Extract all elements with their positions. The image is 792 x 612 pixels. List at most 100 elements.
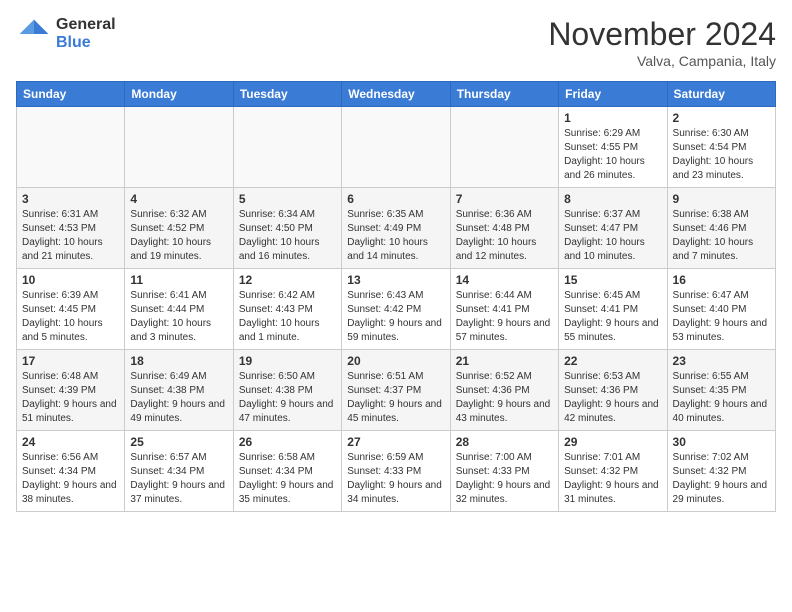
day-number: 7	[456, 192, 553, 206]
calendar-day-cell: 15 Sunrise: 6:45 AM Sunset: 4:41 PM Dayli…	[559, 269, 667, 350]
calendar-day-cell: 9Sunrise: 6:38 AM Sunset: 4:46 PM Daylig…	[667, 188, 775, 269]
day-info: Sunrise: 6:50 AM Sunset: 4:38 PM Dayligh…	[239, 370, 336, 426]
calendar-day-cell: 7 Sunrise: 6:36 AM Sunset: 4:48 PM Daylig…	[450, 188, 558, 269]
weekday-header-wednesday: Wednesday	[342, 82, 450, 107]
day-info: Sunrise: 6:47 AM Sunset: 4:40 PM Dayligh…	[673, 289, 770, 345]
day-info: Sunrise: 6:42 AM Sunset: 4:43 PM Dayligh…	[239, 289, 336, 345]
day-info: Sunrise: 6:51 AM Sunset: 4:37 PM Dayligh…	[347, 370, 444, 426]
weekday-header-saturday: Saturday	[667, 82, 775, 107]
day-info: Sunrise: 6:53 AM Sunset: 4:36 PM Dayligh…	[564, 370, 661, 426]
day-info: Sunrise: 6:44 AM Sunset: 4:41 PM Dayligh…	[456, 289, 553, 345]
calendar-day-cell: 10Sunrise: 6:39 AM Sunset: 4:45 PM Dayli…	[17, 269, 125, 350]
calendar-week-row: 3 Sunrise: 6:31 AM Sunset: 4:53 PM Daylig…	[17, 188, 776, 269]
day-number: 22	[564, 354, 661, 368]
day-number: 30	[673, 435, 770, 449]
day-info: Sunrise: 7:01 AM Sunset: 4:32 PM Dayligh…	[564, 451, 661, 507]
day-number: 8	[564, 192, 661, 206]
calendar-week-row: 10Sunrise: 6:39 AM Sunset: 4:45 PM Dayli…	[17, 269, 776, 350]
day-info: Sunrise: 6:32 AM Sunset: 4:52 PM Dayligh…	[130, 208, 227, 264]
calendar-day-cell: 24Sunrise: 6:56 AM Sunset: 4:34 PM Dayli…	[17, 431, 125, 512]
day-number: 26	[239, 435, 336, 449]
day-info: Sunrise: 6:57 AM Sunset: 4:34 PM Dayligh…	[130, 451, 227, 507]
weekday-header-tuesday: Tuesday	[233, 82, 341, 107]
calendar-day-cell: 4 Sunrise: 6:32 AM Sunset: 4:52 PM Daylig…	[125, 188, 233, 269]
calendar-day-cell: 26 Sunrise: 6:58 AM Sunset: 4:34 PM Dayli…	[233, 431, 341, 512]
calendar-day-cell: 25Sunrise: 6:57 AM Sunset: 4:34 PM Dayli…	[125, 431, 233, 512]
calendar-day-cell: 1 Sunrise: 6:29 AM Sunset: 4:55 PM Daylig…	[559, 107, 667, 188]
logo-text: General Blue	[56, 16, 116, 51]
weekday-header-friday: Friday	[559, 82, 667, 107]
logo: General Blue	[16, 16, 116, 52]
day-number: 14	[456, 273, 553, 287]
calendar-day-cell: 29 Sunrise: 7:01 AM Sunset: 4:32 PM Dayli…	[559, 431, 667, 512]
calendar-day-cell: 20 Sunrise: 6:51 AM Sunset: 4:37 PM Dayli…	[342, 350, 450, 431]
title-block: November 2024 Valva, Campania, Italy	[548, 16, 776, 69]
weekday-header-thursday: Thursday	[450, 82, 558, 107]
day-number: 3	[22, 192, 119, 206]
calendar-day-cell	[342, 107, 450, 188]
day-number: 23	[673, 354, 770, 368]
calendar-day-cell	[233, 107, 341, 188]
day-number: 1	[564, 111, 661, 125]
calendar-day-cell: 21Sunrise: 6:52 AM Sunset: 4:36 PM Dayli…	[450, 350, 558, 431]
day-info: Sunrise: 6:34 AM Sunset: 4:50 PM Dayligh…	[239, 208, 336, 264]
day-number: 29	[564, 435, 661, 449]
day-info: Sunrise: 6:49 AM Sunset: 4:38 PM Dayligh…	[130, 370, 227, 426]
day-info: Sunrise: 6:55 AM Sunset: 4:35 PM Dayligh…	[673, 370, 770, 426]
day-info: Sunrise: 6:35 AM Sunset: 4:49 PM Dayligh…	[347, 208, 444, 264]
calendar-day-cell: 17 Sunrise: 6:48 AM Sunset: 4:39 PM Dayli…	[17, 350, 125, 431]
day-number: 11	[130, 273, 227, 287]
day-number: 13	[347, 273, 444, 287]
calendar-day-cell	[125, 107, 233, 188]
calendar-day-cell: 13 Sunrise: 6:43 AM Sunset: 4:42 PM Dayli…	[342, 269, 450, 350]
day-info: Sunrise: 7:02 AM Sunset: 4:32 PM Dayligh…	[673, 451, 770, 507]
day-info: Sunrise: 6:36 AM Sunset: 4:48 PM Dayligh…	[456, 208, 553, 264]
day-info: Sunrise: 6:37 AM Sunset: 4:47 PM Dayligh…	[564, 208, 661, 264]
calendar-day-cell	[17, 107, 125, 188]
calendar-day-cell: 23 Sunrise: 6:55 AM Sunset: 4:35 PM Dayli…	[667, 350, 775, 431]
day-number: 15	[564, 273, 661, 287]
calendar-day-cell: 16 Sunrise: 6:47 AM Sunset: 4:40 PM Dayli…	[667, 269, 775, 350]
day-number: 17	[22, 354, 119, 368]
calendar-day-cell: 5 Sunrise: 6:34 AM Sunset: 4:50 PM Daylig…	[233, 188, 341, 269]
day-info: Sunrise: 6:48 AM Sunset: 4:39 PM Dayligh…	[22, 370, 119, 426]
day-info: Sunrise: 6:39 AM Sunset: 4:45 PM Dayligh…	[22, 289, 119, 345]
day-info: Sunrise: 6:45 AM Sunset: 4:41 PM Dayligh…	[564, 289, 661, 345]
day-number: 28	[456, 435, 553, 449]
day-info: Sunrise: 6:29 AM Sunset: 4:55 PM Dayligh…	[564, 127, 661, 183]
calendar-day-cell: 30 Sunrise: 7:02 AM Sunset: 4:32 PM Dayli…	[667, 431, 775, 512]
calendar-day-cell: 11 Sunrise: 6:41 AM Sunset: 4:44 PM Dayli…	[125, 269, 233, 350]
day-number: 5	[239, 192, 336, 206]
calendar-day-cell: 28 Sunrise: 7:00 AM Sunset: 4:33 PM Dayli…	[450, 431, 558, 512]
day-info: Sunrise: 6:58 AM Sunset: 4:34 PM Dayligh…	[239, 451, 336, 507]
day-number: 20	[347, 354, 444, 368]
calendar-table: SundayMondayTuesdayWednesdayThursdayFrid…	[16, 81, 776, 512]
day-number: 16	[673, 273, 770, 287]
day-info: Sunrise: 6:59 AM Sunset: 4:33 PM Dayligh…	[347, 451, 444, 507]
weekday-header-sunday: Sunday	[17, 82, 125, 107]
calendar-day-cell: 6 Sunrise: 6:35 AM Sunset: 4:49 PM Daylig…	[342, 188, 450, 269]
day-number: 2	[673, 111, 770, 125]
calendar-day-cell	[450, 107, 558, 188]
calendar-day-cell: 8 Sunrise: 6:37 AM Sunset: 4:47 PM Daylig…	[559, 188, 667, 269]
calendar-day-cell: 3 Sunrise: 6:31 AM Sunset: 4:53 PM Daylig…	[17, 188, 125, 269]
day-info: Sunrise: 6:31 AM Sunset: 4:53 PM Dayligh…	[22, 208, 119, 264]
location-text: Valva, Campania, Italy	[548, 53, 776, 69]
calendar-day-cell: 27Sunrise: 6:59 AM Sunset: 4:33 PM Dayli…	[342, 431, 450, 512]
day-info: Sunrise: 6:38 AM Sunset: 4:46 PM Dayligh…	[673, 208, 770, 264]
day-number: 4	[130, 192, 227, 206]
weekday-header-row: SundayMondayTuesdayWednesdayThursdayFrid…	[17, 82, 776, 107]
page-header: General Blue November 2024 Valva, Campan…	[16, 16, 776, 69]
day-number: 12	[239, 273, 336, 287]
day-info: Sunrise: 6:43 AM Sunset: 4:42 PM Dayligh…	[347, 289, 444, 345]
day-number: 19	[239, 354, 336, 368]
day-info: Sunrise: 6:41 AM Sunset: 4:44 PM Dayligh…	[130, 289, 227, 345]
day-number: 6	[347, 192, 444, 206]
calendar-day-cell: 22 Sunrise: 6:53 AM Sunset: 4:36 PM Dayli…	[559, 350, 667, 431]
day-info: Sunrise: 6:56 AM Sunset: 4:34 PM Dayligh…	[22, 451, 119, 507]
day-number: 18	[130, 354, 227, 368]
day-info: Sunrise: 7:00 AM Sunset: 4:33 PM Dayligh…	[456, 451, 553, 507]
calendar-week-row: 17 Sunrise: 6:48 AM Sunset: 4:39 PM Dayli…	[17, 350, 776, 431]
day-info: Sunrise: 6:52 AM Sunset: 4:36 PM Dayligh…	[456, 370, 553, 426]
calendar-day-cell: 12 Sunrise: 6:42 AM Sunset: 4:43 PM Dayli…	[233, 269, 341, 350]
